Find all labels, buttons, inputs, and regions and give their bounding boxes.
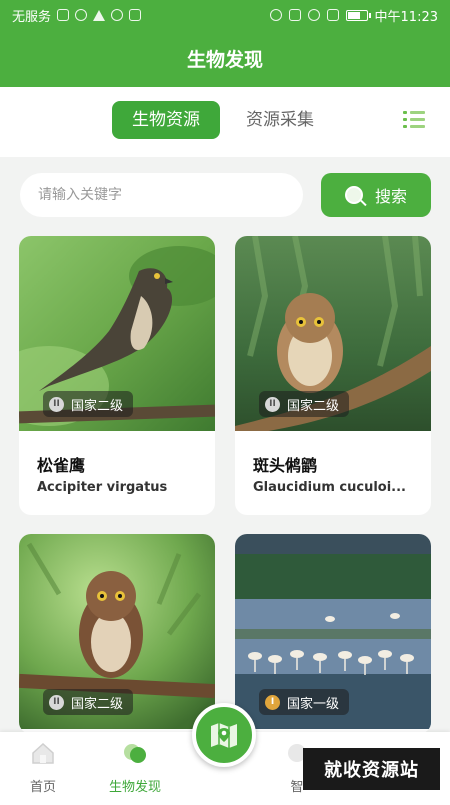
species-name: 斑头鸺鹠 bbox=[253, 456, 318, 475]
app-notification-icon-2 bbox=[129, 9, 142, 21]
search-button-label: 搜索 bbox=[374, 187, 407, 206]
carrier-text: 无服务 bbox=[12, 9, 52, 25]
battery-icon bbox=[345, 9, 371, 21]
nav-item-home[interactable]: 首页 bbox=[8, 732, 78, 805]
tab-biological-resources[interactable]: 生物资源 bbox=[112, 101, 220, 139]
status-bar: 无服务 中午11:23 bbox=[0, 0, 450, 30]
discovery-icon bbox=[124, 744, 146, 763]
level-icon: II bbox=[265, 396, 280, 412]
species-card[interactable]: II 国家二级 bbox=[19, 534, 215, 734]
nav-item-discovery[interactable]: 生物发现 bbox=[100, 732, 170, 805]
level-icon: II bbox=[49, 694, 64, 710]
mute-icon bbox=[288, 9, 301, 21]
page-title: 生物发现 bbox=[186, 49, 263, 71]
tab-resource-collection[interactable]: 资源采集 bbox=[226, 101, 334, 139]
species-latin-name: Accipiter virgatus bbox=[37, 480, 168, 495]
nav-label: 生物发现 bbox=[108, 780, 161, 795]
species-card[interactable]: II 国家二级 松雀鹰 Accipiter virgatus bbox=[19, 236, 215, 515]
protection-level-badge: II 国家二级 bbox=[43, 689, 134, 715]
app-header: 生物发现 bbox=[0, 30, 450, 87]
warning-icon bbox=[93, 9, 106, 21]
species-name: 松雀鹰 bbox=[37, 456, 86, 475]
protection-level-badge: II 国家二级 bbox=[43, 391, 134, 417]
watermark: 就收资源站 bbox=[303, 748, 440, 790]
protection-level-badge: II 国家二级 bbox=[259, 391, 350, 417]
usb-icon bbox=[75, 9, 88, 21]
map-location-icon bbox=[211, 723, 237, 748]
badge-label: 国家二级 bbox=[71, 696, 124, 712]
tabs-bar: 生物资源 资源采集 bbox=[0, 87, 450, 157]
level-icon: I bbox=[265, 694, 280, 710]
species-card[interactable]: II 国家二级 斑头鸺鹠 Glaucidium cuculoi... bbox=[235, 236, 431, 515]
search-button[interactable]: 搜索 bbox=[321, 173, 431, 217]
sim-icon bbox=[326, 9, 339, 21]
search-input[interactable] bbox=[20, 173, 303, 217]
badge-label: 国家二级 bbox=[71, 398, 124, 414]
home-icon bbox=[32, 742, 54, 764]
species-latin-name: Glaucidium cuculoi... bbox=[253, 480, 406, 495]
nav-label: 首页 bbox=[29, 780, 56, 795]
app-notification-icon bbox=[111, 9, 124, 21]
location-icon bbox=[269, 9, 282, 21]
notification-icon bbox=[57, 9, 70, 21]
status-bar-left: 无服务 bbox=[12, 6, 270, 25]
protection-level-badge: I 国家一级 bbox=[259, 689, 350, 715]
status-bar-right: 中午11:23 bbox=[269, 6, 438, 25]
level-icon: II bbox=[49, 396, 64, 412]
map-explore-button[interactable] bbox=[192, 703, 256, 767]
wifi-icon bbox=[307, 9, 320, 21]
list-menu-icon[interactable] bbox=[403, 109, 425, 131]
badge-label: 国家一级 bbox=[287, 696, 340, 712]
species-card[interactable]: I 国家一级 bbox=[235, 534, 431, 734]
search-icon bbox=[344, 186, 363, 204]
badge-label: 国家二级 bbox=[287, 398, 340, 414]
status-time: 中午11:23 bbox=[374, 9, 438, 25]
